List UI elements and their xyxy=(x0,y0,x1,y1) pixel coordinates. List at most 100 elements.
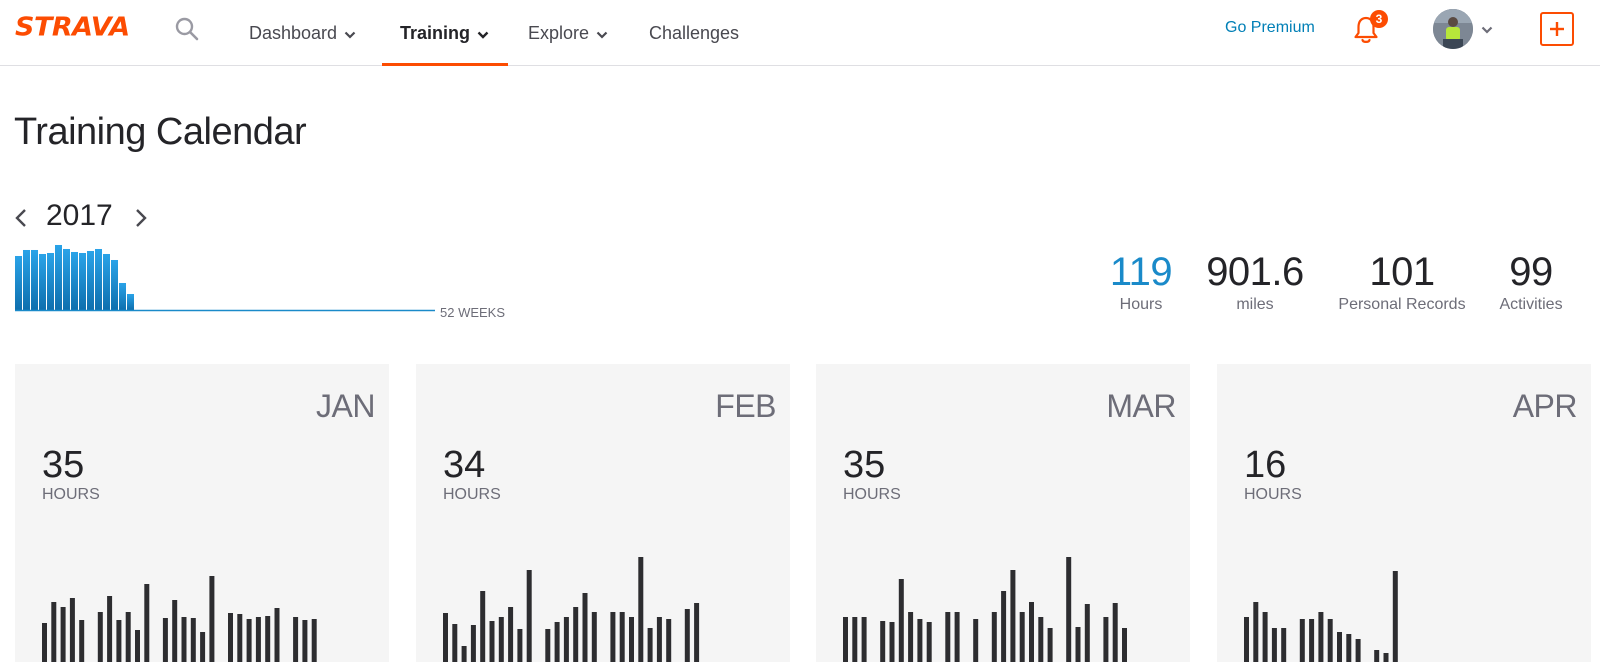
day-bar[interactable] xyxy=(973,619,979,662)
day-bar[interactable] xyxy=(526,570,532,662)
day-bar[interactable] xyxy=(517,629,523,662)
day-bar[interactable] xyxy=(591,612,597,662)
day-bar[interactable] xyxy=(1374,650,1380,662)
day-bar[interactable] xyxy=(1038,617,1044,662)
day-bar[interactable] xyxy=(582,593,588,662)
day-bar[interactable] xyxy=(1271,628,1277,662)
day-bar[interactable] xyxy=(926,622,932,662)
day-bar[interactable] xyxy=(144,584,150,662)
chevron-left-icon[interactable] xyxy=(14,208,28,228)
day-bar[interactable] xyxy=(1355,639,1361,662)
day-bar[interactable] xyxy=(1029,602,1034,662)
day-bar[interactable] xyxy=(1075,627,1081,662)
day-bar[interactable] xyxy=(489,621,495,662)
day-bar[interactable] xyxy=(190,618,196,662)
day-bar[interactable] xyxy=(1281,628,1287,662)
day-bar[interactable] xyxy=(107,596,113,662)
day-bar[interactable] xyxy=(480,591,486,662)
day-bar[interactable] xyxy=(1346,634,1352,662)
day-bar[interactable] xyxy=(200,632,206,662)
day-bar[interactable] xyxy=(554,622,560,662)
day-bar[interactable] xyxy=(629,617,634,662)
day-bar[interactable] xyxy=(470,625,476,662)
day-bar[interactable] xyxy=(97,612,103,662)
day-bar[interactable] xyxy=(1122,628,1127,662)
day-bar[interactable] xyxy=(172,600,178,662)
nav-challenges[interactable]: Challenges xyxy=(649,0,739,66)
day-bar[interactable] xyxy=(508,607,514,662)
search-icon[interactable] xyxy=(174,16,200,42)
month-card-feb[interactable]: FEB 34 HOURS xyxy=(416,364,790,662)
day-bar[interactable] xyxy=(60,607,66,662)
day-bar[interactable] xyxy=(246,619,252,662)
day-bar[interactable] xyxy=(51,602,57,662)
day-bar[interactable] xyxy=(255,617,261,662)
day-bar[interactable] xyxy=(610,612,616,662)
chevron-down-icon[interactable] xyxy=(1481,26,1493,34)
day-bar[interactable] xyxy=(1010,570,1016,662)
day-bar[interactable] xyxy=(162,618,168,662)
day-bar[interactable] xyxy=(443,613,448,662)
day-bar[interactable] xyxy=(1299,619,1305,662)
day-bar[interactable] xyxy=(666,619,672,662)
day-bar[interactable] xyxy=(945,612,951,662)
day-bar[interactable] xyxy=(684,609,690,662)
day-bar[interactable] xyxy=(1112,603,1118,662)
day-bar[interactable] xyxy=(265,616,271,662)
day-bar[interactable] xyxy=(880,621,886,662)
day-bar[interactable] xyxy=(898,579,904,662)
day-bar[interactable] xyxy=(498,617,504,662)
day-bar[interactable] xyxy=(452,624,458,662)
day-bar[interactable] xyxy=(638,557,644,662)
day-bar[interactable] xyxy=(1337,632,1342,662)
go-premium-link[interactable]: Go Premium xyxy=(1225,19,1315,37)
day-bar[interactable] xyxy=(1392,571,1398,662)
day-bar[interactable] xyxy=(1262,612,1268,662)
day-bar[interactable] xyxy=(302,620,308,662)
day-bar[interactable] xyxy=(563,617,569,662)
month-card-mar[interactable]: MAR 35 HOURS xyxy=(816,364,1190,662)
day-bar[interactable] xyxy=(917,619,923,662)
day-bar[interactable] xyxy=(181,617,187,662)
day-bar[interactable] xyxy=(991,612,997,662)
nav-dashboard[interactable]: Dashboard xyxy=(249,0,356,66)
day-bar[interactable] xyxy=(1103,617,1109,662)
day-bar[interactable] xyxy=(694,603,700,662)
nav-explore[interactable]: Explore xyxy=(528,0,608,66)
day-bar[interactable] xyxy=(311,619,317,662)
day-bar[interactable] xyxy=(852,617,858,662)
day-bar[interactable] xyxy=(843,617,848,662)
day-bar[interactable] xyxy=(861,617,867,662)
day-bar[interactable] xyxy=(1019,612,1025,662)
day-bar[interactable] xyxy=(1253,602,1259,662)
day-bar[interactable] xyxy=(573,607,579,662)
add-activity-button[interactable] xyxy=(1540,12,1574,46)
day-bar[interactable] xyxy=(228,613,233,662)
day-bar[interactable] xyxy=(79,620,85,662)
day-bar[interactable] xyxy=(1318,612,1324,662)
day-bar[interactable] xyxy=(461,646,467,662)
day-bar[interactable] xyxy=(125,612,131,662)
day-bar[interactable] xyxy=(1066,557,1072,662)
day-bar[interactable] xyxy=(908,612,914,662)
strava-logo[interactable]: STRAVA xyxy=(15,13,130,42)
day-bar[interactable] xyxy=(545,629,551,662)
day-bar[interactable] xyxy=(1001,591,1007,662)
day-bar[interactable] xyxy=(42,623,47,662)
day-bar[interactable] xyxy=(1383,653,1389,662)
day-bar[interactable] xyxy=(274,608,280,662)
day-bar[interactable] xyxy=(647,628,653,662)
day-bar[interactable] xyxy=(69,598,75,662)
day-bar[interactable] xyxy=(1084,604,1090,662)
chevron-right-icon[interactable] xyxy=(134,208,148,228)
avatar[interactable] xyxy=(1433,9,1473,49)
day-bar[interactable] xyxy=(954,612,960,662)
day-bar[interactable] xyxy=(619,612,625,662)
day-bar[interactable] xyxy=(116,620,122,662)
nav-training[interactable]: Training xyxy=(400,0,489,66)
month-card-jan[interactable]: JAN 35 HOURS xyxy=(15,364,389,662)
day-bar[interactable] xyxy=(656,617,662,662)
day-bar[interactable] xyxy=(1047,628,1053,662)
day-bar[interactable] xyxy=(1327,619,1333,662)
day-bar[interactable] xyxy=(1244,617,1249,662)
